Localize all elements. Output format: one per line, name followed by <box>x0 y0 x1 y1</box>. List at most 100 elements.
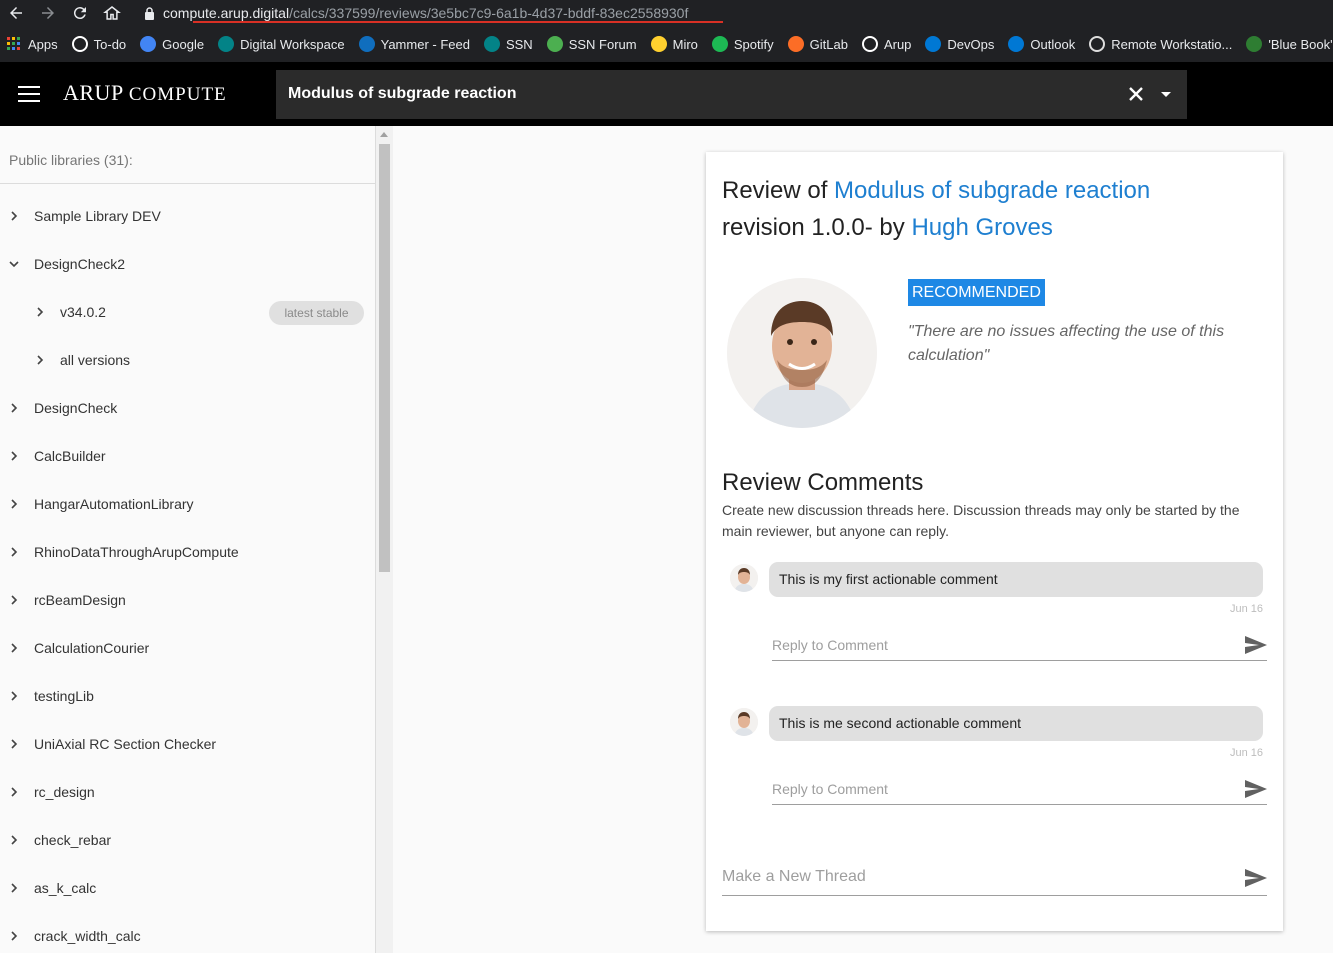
review-title: Review of Modulus of subgrade reaction r… <box>722 172 1272 246</box>
sidebar-item[interactable]: crack_width_calc <box>8 912 141 953</box>
chevron-right-icon[interactable] <box>8 786 20 798</box>
bookmark-label: 'Blue Book' h <box>1268 36 1333 52</box>
reply-input[interactable]: Reply to Comment <box>772 628 1267 661</box>
brand-sub: COMPUTE <box>128 84 227 105</box>
chevron-right-icon[interactable] <box>8 546 20 558</box>
new-thread-input[interactable]: Make a New Thread <box>722 858 1267 896</box>
chevron-right-icon[interactable] <box>34 306 46 318</box>
bookmark-item[interactable]: SSN <box>483 36 533 52</box>
bookmark-item[interactable]: Spotify <box>711 36 774 52</box>
bookmark-item[interactable]: 'Blue Book' h <box>1246 36 1333 52</box>
back-icon[interactable] <box>0 0 32 26</box>
chevron-right-icon[interactable] <box>8 834 20 846</box>
sidebar-item-label: CalcBuilder <box>34 448 106 464</box>
sidebar-item[interactable]: v34.0.2 <box>34 288 106 336</box>
sidebar-item[interactable]: HangarAutomationLibrary <box>8 480 194 528</box>
chevron-right-icon[interactable] <box>8 642 20 654</box>
search-box[interactable]: Modulus of subgrade reaction <box>276 70 1187 119</box>
bookmark-item[interactable]: Miro <box>650 36 698 52</box>
review-card: Review of Modulus of subgrade reaction r… <box>706 152 1283 931</box>
send-icon[interactable] <box>1244 635 1268 655</box>
reply-placeholder: Reply to Comment <box>772 781 888 797</box>
chevron-right-icon[interactable] <box>8 498 20 510</box>
sidebar-item[interactable]: UniAxial RC Section Checker <box>8 720 216 768</box>
chevron-right-icon[interactable] <box>8 594 20 606</box>
bookmark-item[interactable]: DevOps <box>925 36 994 52</box>
bookmark-item[interactable]: Apps <box>6 36 58 52</box>
app-logo[interactable]: ARUP COMPUTE <box>63 80 227 106</box>
bookmark-label: Yammer - Feed <box>380 36 470 52</box>
scroll-up-arrow-icon[interactable] <box>380 132 388 137</box>
bookmark-label: To-do <box>93 36 127 52</box>
reply-input[interactable]: Reply to Comment <box>772 772 1267 805</box>
github-icon <box>71 36 88 52</box>
close-icon[interactable] <box>1126 84 1146 104</box>
bookmark-item[interactable]: Yammer - Feed <box>358 36 470 52</box>
bookmark-label: Google <box>162 36 205 52</box>
search-input[interactable]: Modulus of subgrade reaction <box>288 85 516 103</box>
bookmark-label: GitLab <box>809 36 848 52</box>
sidebar-item[interactable]: testingLib <box>8 672 94 720</box>
sidebar-item[interactable]: rc_design <box>8 768 95 816</box>
sidebar-item[interactable]: DesignCheck2 <box>8 240 125 288</box>
sidebar-item[interactable]: as_k_calc <box>8 864 96 912</box>
sidebar-item[interactable]: DesignCheck <box>8 384 117 432</box>
sharepoint-icon <box>218 36 235 52</box>
libraries-header: Public libraries (31): <box>9 152 133 168</box>
reviewer-link[interactable]: Hugh Groves <box>911 214 1052 241</box>
sidebar-item[interactable]: RhinoDataThroughArupCompute <box>8 528 239 576</box>
bookmark-item[interactable]: Outlook <box>1008 36 1075 52</box>
sidebar-item-label: HangarAutomationLibrary <box>34 496 194 512</box>
globe-icon <box>1089 36 1106 52</box>
reload-icon[interactable] <box>64 0 96 26</box>
sidebar-item[interactable]: Sample Library DEV <box>8 192 161 240</box>
review-quote: "There are no issues affecting the use o… <box>908 323 1225 364</box>
sidebar-item-label: crack_width_calc <box>34 928 141 944</box>
sidebar-item[interactable]: CalcBuilder <box>8 432 106 480</box>
divider <box>0 183 375 184</box>
chevron-right-icon[interactable] <box>8 882 20 894</box>
sidebar-item[interactable]: check_rebar <box>8 816 111 864</box>
scroll-thumb[interactable] <box>379 144 390 572</box>
calc-link[interactable]: Modulus of subgrade reaction <box>834 177 1150 204</box>
menu-icon[interactable] <box>18 86 40 102</box>
bookmark-label: SSN Forum <box>568 36 637 52</box>
bookmark-item[interactable]: Google <box>140 36 204 52</box>
bookmark-label: Arup <box>883 36 912 52</box>
bookmark-item[interactable]: Remote Workstatio... <box>1089 36 1232 52</box>
bookmark-item[interactable]: SSN Forum <box>546 36 637 52</box>
chevron-right-icon[interactable] <box>8 210 20 222</box>
send-icon[interactable] <box>1244 868 1268 888</box>
url-text[interactable]: compute.arup.digital/calcs/337599/review… <box>163 5 688 21</box>
comments-description: Create new discussion threads here. Disc… <box>722 502 1240 539</box>
forward-icon[interactable] <box>32 0 64 26</box>
forum-icon <box>546 36 563 52</box>
bookmark-label: Outlook <box>1030 36 1076 52</box>
bookmark-item[interactable]: To-do <box>71 36 127 52</box>
bookmark-label: Spotify <box>733 36 774 52</box>
send-icon[interactable] <box>1244 779 1268 799</box>
caret-down-icon[interactable] <box>1156 84 1176 104</box>
bookmark-label: Digital Workspace <box>240 36 345 52</box>
bookmark-item[interactable]: Digital Workspace <box>218 36 345 52</box>
bluebook-icon <box>1246 36 1263 52</box>
sidebar-item-label: CalculationCourier <box>34 640 150 656</box>
status-badge: RECOMMENDED <box>908 279 1045 306</box>
chevron-right-icon[interactable] <box>8 690 20 702</box>
chevron-right-icon[interactable] <box>8 930 20 942</box>
bookmark-item[interactable]: GitLab <box>787 36 848 52</box>
sharepoint-icon <box>483 36 500 52</box>
sidebar-item-label: all versions <box>60 352 131 368</box>
sidebar-item[interactable]: CalculationCourier <box>8 624 149 672</box>
chevron-right-icon[interactable] <box>8 738 20 750</box>
bookmark-item[interactable]: Arup <box>861 36 912 52</box>
sidebar-item[interactable]: all versions <box>34 336 130 384</box>
sidebar-item[interactable]: rcBeamDesign <box>8 576 126 624</box>
chevron-down-icon[interactable] <box>8 258 20 270</box>
chevron-right-icon[interactable] <box>8 450 20 462</box>
chevron-right-icon[interactable] <box>34 354 46 366</box>
home-icon[interactable] <box>96 0 128 26</box>
chevron-right-icon[interactable] <box>8 402 20 414</box>
comment-avatar <box>730 564 758 592</box>
sidebar-scrollbar[interactable] <box>376 126 393 953</box>
